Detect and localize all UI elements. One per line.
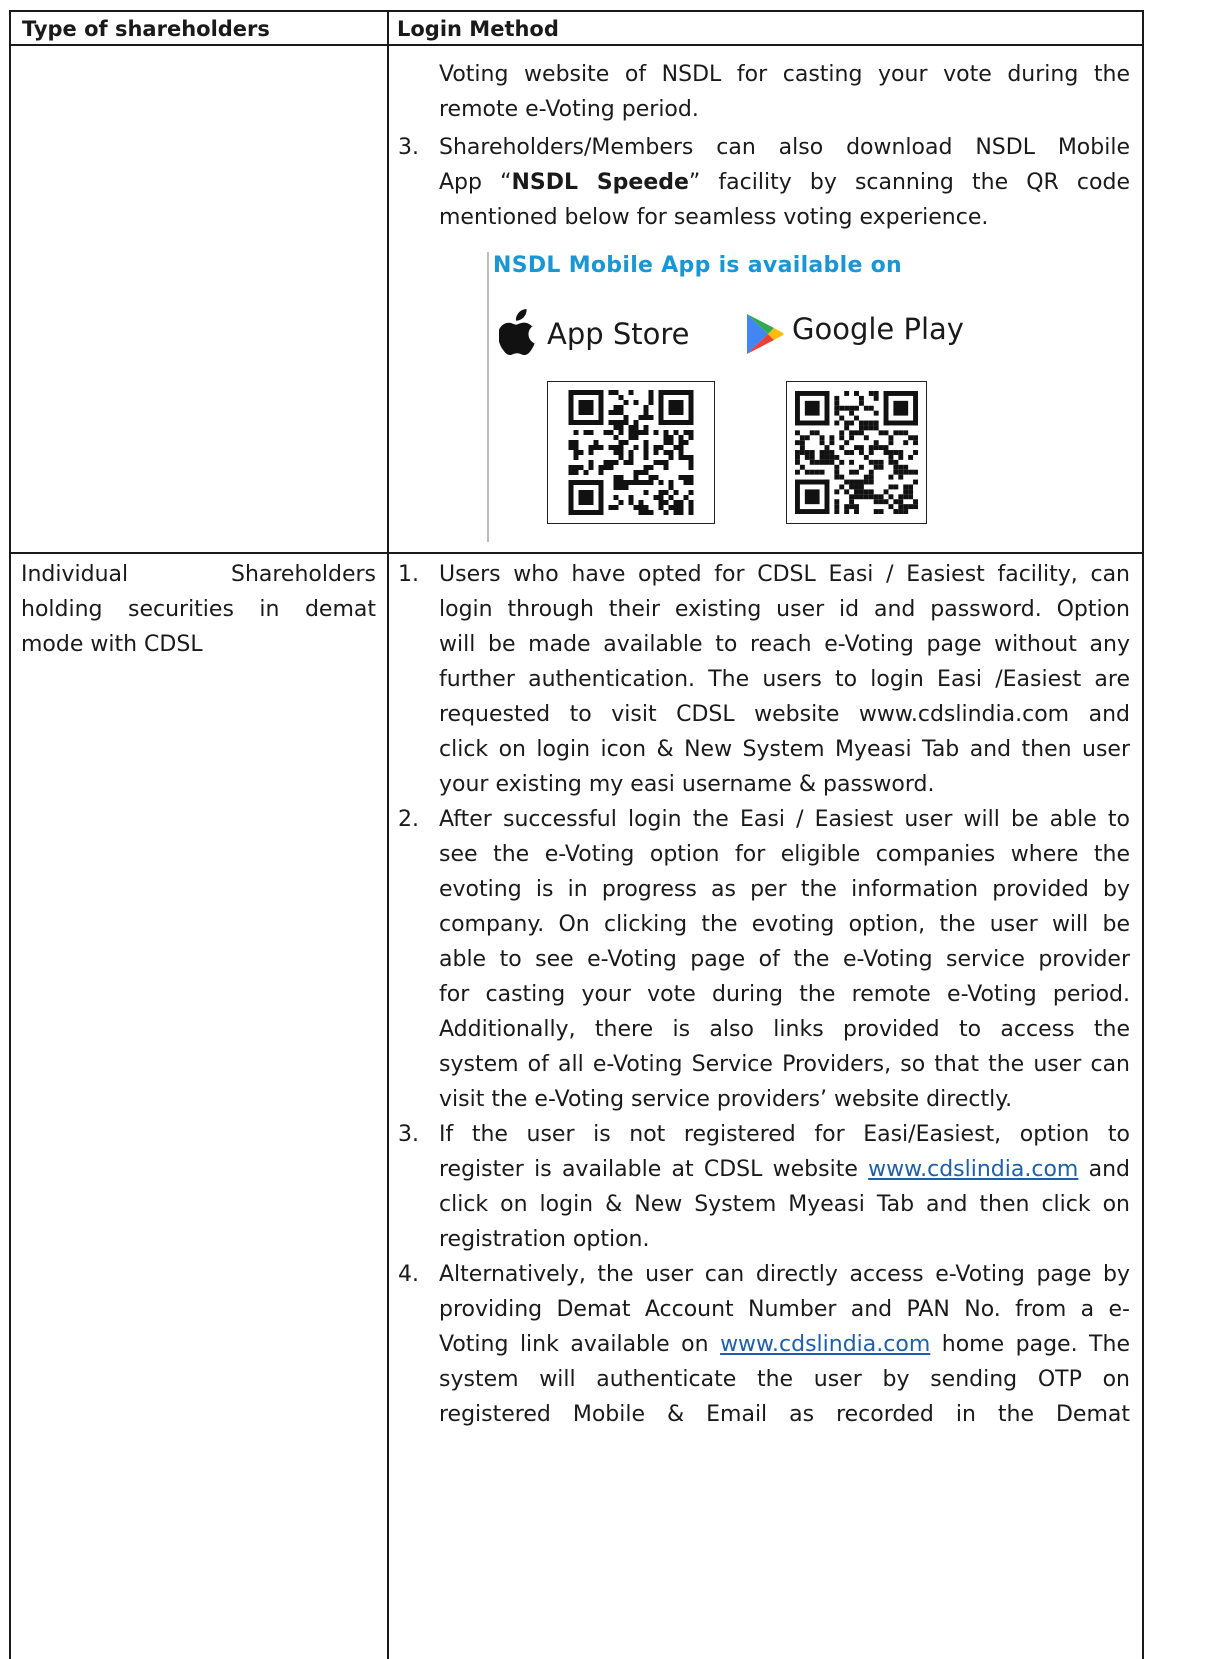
cdsl-item-2-number: 2. xyxy=(398,807,419,832)
cdsl-item-1-line: login through their existing user id and… xyxy=(439,597,1130,622)
google-play-icon xyxy=(747,314,784,354)
cdsl-item-1-line: further authentication. The users to log… xyxy=(439,667,1130,692)
document-page: Type of shareholders Login Method Voting… xyxy=(0,0,1207,1659)
cdsl-type-line-2: holding securities in demat xyxy=(21,597,376,622)
cdsl-item-3-prefix: register is available at CDSL website xyxy=(439,1157,869,1182)
cdsl-item-2-line: visit the e-Voting service providers’ we… xyxy=(439,1087,1013,1112)
cdsl-item-4-line-5: registered Mobile & Email as recorded in… xyxy=(439,1402,1130,1427)
cdsl-item-4-line-3: Voting link available on www.cdslindia.c… xyxy=(439,1328,1130,1363)
cdsl-item-2-line: After successful login the Easi / Easies… xyxy=(439,807,1130,832)
table-border-right xyxy=(1142,10,1144,1659)
nsdl-continued-line-b: remote e-Voting period. xyxy=(439,97,699,122)
nsdl-continued-line-a: Voting website of NSDL for casting your … xyxy=(439,62,1130,87)
cdsl-item-2-line: see the e-Voting option for eligible com… xyxy=(439,842,1130,867)
cdsl-item-2-line: able to see e-Voting page of the e-Votin… xyxy=(439,947,1130,972)
cdsl-item-3-line-4: registration option. xyxy=(439,1227,650,1252)
nsdl-app-availability-heading: NSDL Mobile App is available on xyxy=(493,253,902,278)
google-play-label: Google Play xyxy=(792,312,964,346)
nsdl-item-3-line-2: App “NSDL Speede” facility by scanning t… xyxy=(439,166,1130,201)
cdsl-type-individual: Individual xyxy=(21,562,129,587)
nsdl-item-3-number: 3. xyxy=(398,135,419,160)
qr-code-google-play-pattern xyxy=(795,391,918,514)
qr-code-app-store-pattern xyxy=(568,390,694,515)
cdsl-item-2-line: evoting is in progress as per the inform… xyxy=(439,877,1130,902)
nsdl-item-3-line-1: Shareholders/Members can also download N… xyxy=(439,135,1130,160)
cdsl-item-3-line-2: register is available at CDSL website ww… xyxy=(439,1153,1130,1188)
cdsl-item-4-prefix: Voting link available on xyxy=(439,1332,721,1357)
cdsl-item-4-line-4: system will authenticate the user by sen… xyxy=(439,1367,1130,1392)
qr-code-app-store xyxy=(547,381,715,524)
nsdl-item-3-suffix: ” facility by scanning the QR code xyxy=(688,170,1130,195)
nsdl-speede-app-name: NSDL Speede xyxy=(511,170,689,195)
cdsl-item-3-number: 3. xyxy=(398,1122,419,1147)
cdsl-item-1-number: 1. xyxy=(398,562,419,587)
cdsl-item-2-line: company. On clicking the evoting option,… xyxy=(439,912,1130,937)
cdsl-homepage-link[interactable]: www.cdslindia.com xyxy=(720,1332,930,1357)
cdsl-item-1-line: will be made available to reach e-Voting… xyxy=(439,632,1130,657)
cdsl-item-4-line-1: Alternatively, the user can directly acc… xyxy=(439,1262,1130,1287)
cdsl-item-1-line: click on login icon & New System Myeasi … xyxy=(439,737,1130,762)
table-border-left xyxy=(9,10,11,1659)
cdsl-item-1-line: Users who have opted for CDSL Easi / Eas… xyxy=(439,562,1130,587)
nsdl-item-3-prefix: App “ xyxy=(439,170,512,195)
cdsl-item-1-line: your existing my easi username & passwor… xyxy=(439,772,935,797)
cdsl-item-3-line-3: click on login & New System Myeasi Tab a… xyxy=(439,1192,1130,1217)
table-border-top xyxy=(9,10,1144,12)
cdsl-item-4-suffix: home page. The xyxy=(930,1332,1130,1357)
cdsl-item-3-line-1: If the user is not registered for Easi/E… xyxy=(439,1122,1130,1147)
cdsl-item-3-suffix: and xyxy=(1078,1157,1130,1182)
cdsl-item-2-line: system of all e-Voting Service Providers… xyxy=(439,1052,1130,1077)
apple-logo-icon xyxy=(499,309,535,356)
header-login-method: Login Method xyxy=(397,17,559,41)
cdsl-item-4-number: 4. xyxy=(398,1262,419,1287)
qr-code-google-play xyxy=(786,381,927,524)
table-column-divider xyxy=(387,10,389,1659)
header-type-of-shareholders: Type of shareholders xyxy=(22,17,270,41)
cdsl-type-line-1: Individual Shareholders xyxy=(21,558,376,593)
cdsl-type-line-3: mode with CDSL xyxy=(21,632,203,657)
nsdl-item-3-line-3: mentioned below for seamless voting expe… xyxy=(439,205,989,230)
table-row-divider xyxy=(9,552,1144,554)
cdsl-item-4-line-2: providing Demat Account Number and PAN N… xyxy=(439,1297,1130,1322)
cdsl-item-2-line: Additionally, there is also links provid… xyxy=(439,1017,1130,1042)
app-promo-divider xyxy=(487,252,489,542)
cdsl-type-shareholders: Shareholders xyxy=(230,562,376,587)
app-store-label: App Store xyxy=(547,317,690,351)
cdsl-website-link[interactable]: www.cdslindia.com xyxy=(868,1157,1078,1182)
cdsl-item-2-line: for casting your vote during the remote … xyxy=(439,982,1130,1007)
cdsl-item-1-line: requested to visit CDSL website www.cdsl… xyxy=(439,702,1130,727)
